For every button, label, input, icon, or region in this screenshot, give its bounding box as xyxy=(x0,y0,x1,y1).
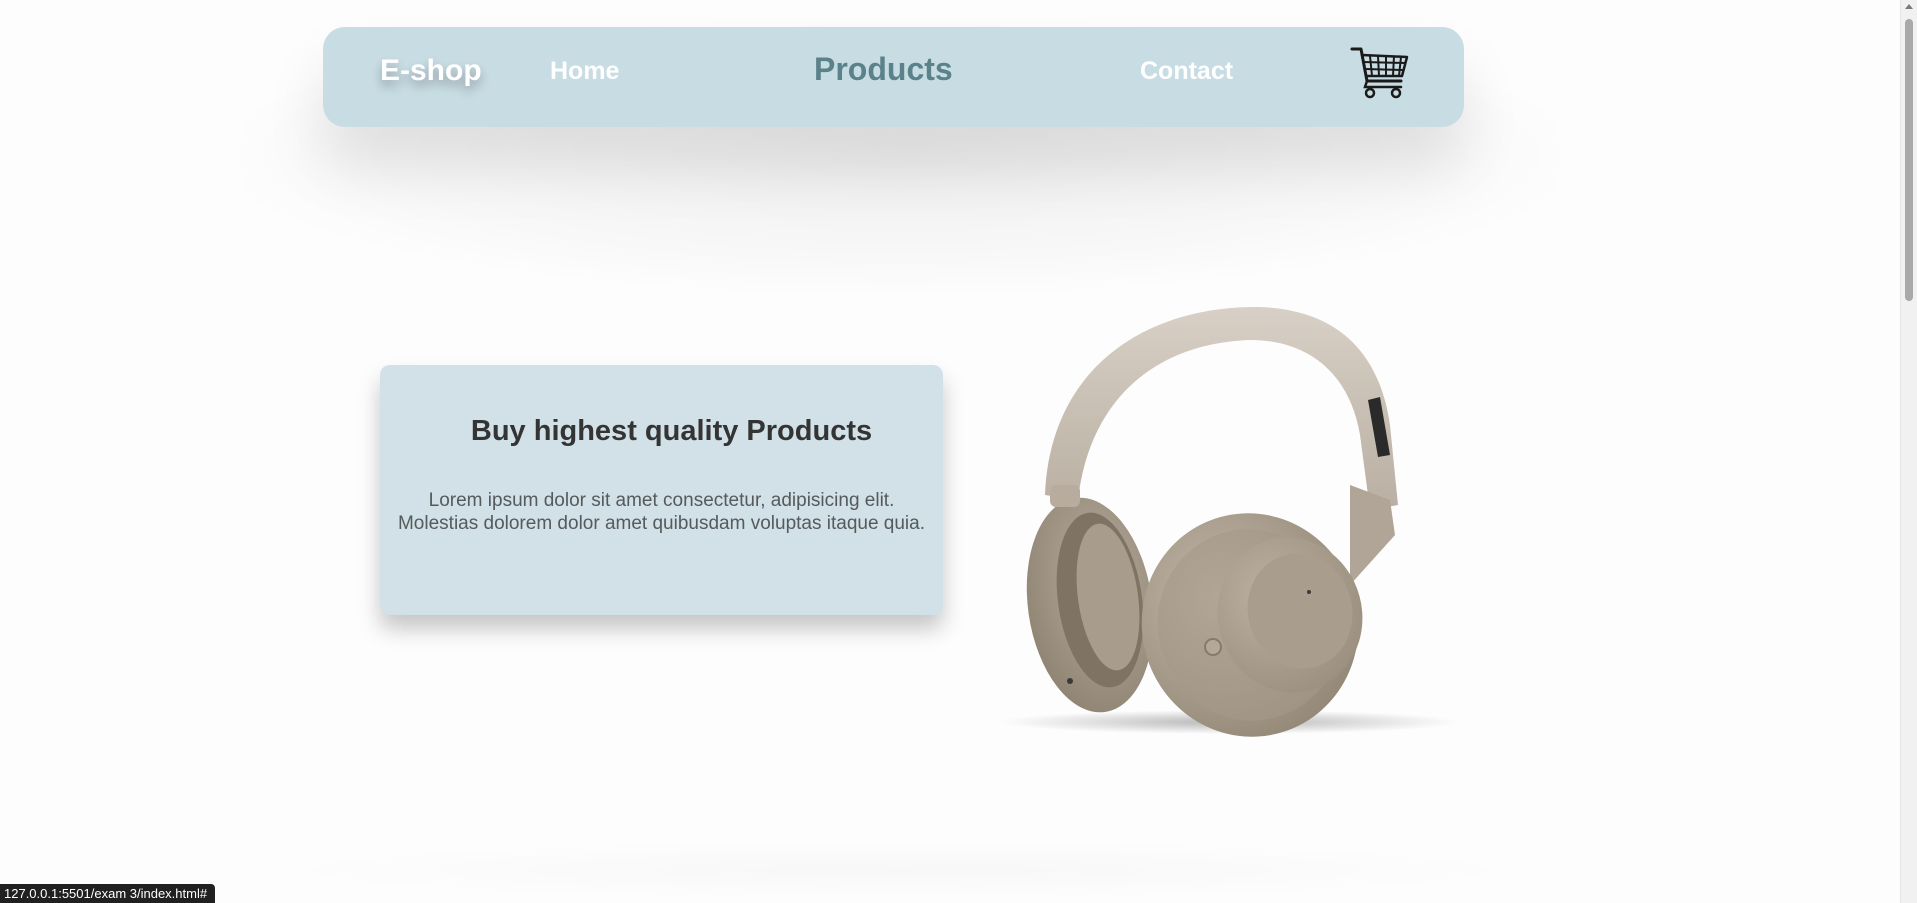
status-bar-url: 127.0.0.1:5501/exam 3/index.html# xyxy=(0,884,216,903)
hero-title: Buy highest quality Products xyxy=(470,415,873,447)
hero-card: Buy highest quality Products Lorem ipsum… xyxy=(380,365,943,615)
vertical-scrollbar[interactable] xyxy=(1900,0,1917,903)
shopping-cart-icon[interactable] xyxy=(1350,45,1410,101)
scrollbar-thumb[interactable] xyxy=(1905,19,1913,301)
bottom-shadow xyxy=(250,840,1550,900)
navbar: E-shop Home Products Contact xyxy=(323,27,1464,127)
hero-description: Lorem ipsum dolor sit amet consectetur, … xyxy=(380,489,943,535)
hero-description-line: Lorem ipsum dolor sit amet consectetur, … xyxy=(428,490,895,511)
headphones-image xyxy=(1000,306,1460,737)
page: E-shop Home Products Contact Buy highest… xyxy=(0,0,1917,903)
scroll-up-arrow-icon[interactable] xyxy=(1905,4,1913,9)
nav-link-home[interactable]: Home xyxy=(550,57,619,86)
hero-description-line: Molestias dolorem dolor amet quibusdam v… xyxy=(397,513,926,534)
brand-logo[interactable]: E-shop xyxy=(380,54,482,88)
nav-link-products[interactable]: Products xyxy=(814,51,953,88)
nav-link-contact[interactable]: Contact xyxy=(1140,57,1233,86)
